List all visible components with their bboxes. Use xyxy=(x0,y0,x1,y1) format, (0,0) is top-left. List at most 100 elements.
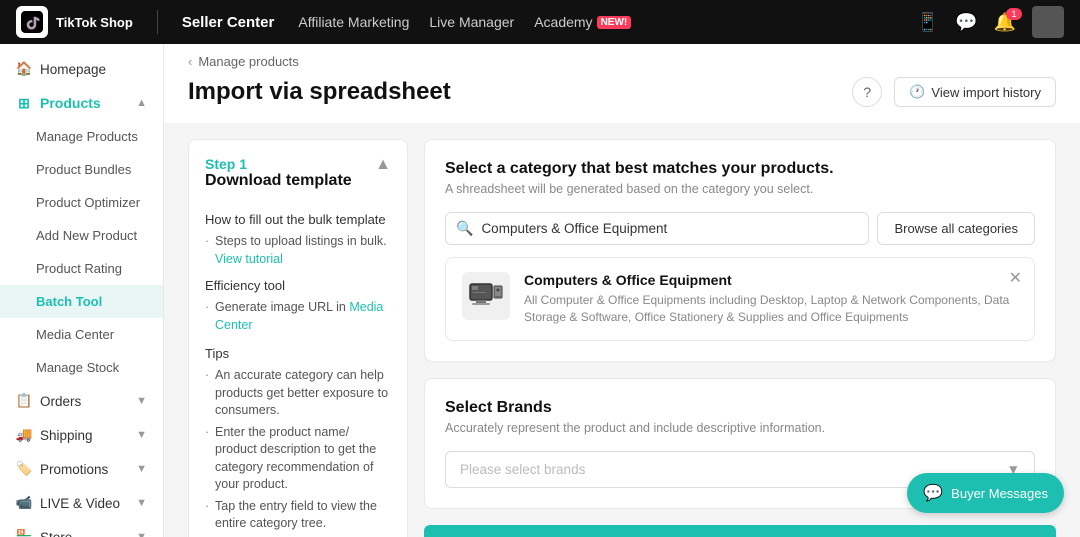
sidebar-sub-product-optimizer[interactable]: Product Optimizer xyxy=(0,186,163,219)
view-history-label: View import history xyxy=(931,85,1041,100)
product-bundles-label: Product Bundles xyxy=(36,162,131,177)
nav-right: 📱 💬 🔔 1 xyxy=(917,6,1064,38)
history-icon: 🕐 xyxy=(909,84,925,100)
sidebar-item-promotions[interactable]: 🏷️ Promotions ▼ xyxy=(0,452,163,486)
category-info: Computers & Office Equipment All Compute… xyxy=(524,272,1018,326)
batch-tool-label: Batch Tool xyxy=(36,294,102,309)
step1-chevron-icon[interactable]: ▲ xyxy=(375,156,391,174)
breadcrumb: ‹ Manage products xyxy=(164,44,1080,69)
brands-placeholder: Please select brands xyxy=(460,462,585,477)
buyer-messages-button[interactable]: 💬 Buyer Messages xyxy=(907,473,1064,513)
help-button[interactable]: ? xyxy=(852,77,882,107)
category-search-input[interactable] xyxy=(481,213,858,244)
message-bubble-icon: 💬 xyxy=(923,483,943,503)
notification-icon[interactable]: 🔔 1 xyxy=(994,12,1016,33)
how-to-item: Steps to upload listings in bulk. View t… xyxy=(205,233,391,268)
step1-header: Step 1 Download template ▲ xyxy=(205,156,391,202)
sidebar-sub-manage-stock[interactable]: Manage Stock xyxy=(0,351,163,384)
category-desc: All Computer & Office Equipments includi… xyxy=(524,292,1018,326)
content-area: ‹ Manage products Import via spreadsheet… xyxy=(164,44,1080,537)
efficiency-label: Efficiency tool xyxy=(205,278,391,293)
sidebar-sub-add-new-product[interactable]: Add New Product xyxy=(0,219,163,252)
promotions-label: Promotions xyxy=(40,462,108,477)
store-label: Store xyxy=(40,530,72,537)
sidebar-sub-product-bundles[interactable]: Product Bundles xyxy=(0,153,163,186)
brands-subtitle: Accurately represent the product and inc… xyxy=(445,421,1035,435)
tip-3: Tap the entry field to view the entire c… xyxy=(205,498,391,533)
buyer-messages-label: Buyer Messages xyxy=(951,486,1048,501)
live-icon: 📹 xyxy=(16,495,32,511)
main-layout: 🏠 Homepage ⊞ Products ▲ Manage Products … xyxy=(0,44,1080,537)
sidebar-sub-media-center[interactable]: Media Center xyxy=(0,318,163,351)
sidebar-item-homepage[interactable]: 🏠 Homepage xyxy=(0,52,163,86)
nav-academy-label: Academy xyxy=(534,14,592,30)
steps-panel: Step 1 Download template ▲ How to fill o… xyxy=(188,139,408,537)
sidebar-item-shipping[interactable]: 🚚 Shipping ▼ xyxy=(0,418,163,452)
sidebar-sub-manage-products[interactable]: Manage Products xyxy=(0,120,163,153)
sidebar-sub-batch-tool[interactable]: Batch Tool xyxy=(0,285,163,318)
chat-icon[interactable]: 💬 xyxy=(955,12,977,33)
how-to-text: Steps to upload listings in bulk. xyxy=(215,234,387,248)
manage-products-label: Manage Products xyxy=(36,129,138,144)
sidebar-sub-product-rating[interactable]: Product Rating xyxy=(0,252,163,285)
category-subtitle: A shreadsheet will be generated based on… xyxy=(445,182,1035,196)
breadcrumb-sep-icon: ‹ xyxy=(188,54,192,69)
orders-label: Orders xyxy=(40,394,81,409)
step1-number: Step 1 xyxy=(205,156,352,172)
category-name: Computers & Office Equipment xyxy=(524,272,1018,288)
sidebar-item-orders[interactable]: 📋 Orders ▼ xyxy=(0,384,163,418)
category-icon-box xyxy=(462,272,510,320)
nav-affiliate-marketing[interactable]: Affiliate Marketing xyxy=(298,14,409,30)
nav-live-manager[interactable]: Live Manager xyxy=(429,14,514,30)
how-to-label: How to fill out the bulk template xyxy=(205,212,391,227)
view-import-history-button[interactable]: 🕐 View import history xyxy=(894,77,1056,107)
user-avatar[interactable] xyxy=(1032,6,1064,38)
new-badge: NEW! xyxy=(597,16,632,29)
product-optimizer-label: Product Optimizer xyxy=(36,195,140,210)
tips-label: Tips xyxy=(205,346,391,361)
live-label: LIVE & Video xyxy=(40,496,120,511)
products-chevron-icon: ▲ xyxy=(136,97,147,109)
shipping-icon: 🚚 xyxy=(16,427,32,443)
promotions-chevron-icon: ▼ xyxy=(136,463,147,475)
page-header: Import via spreadsheet ? 🕐 View import h… xyxy=(164,69,1080,123)
home-icon: 🏠 xyxy=(16,61,32,77)
sidebar-item-live-video[interactable]: 📹 LIVE & Video ▼ xyxy=(0,486,163,520)
sidebar-item-store[interactable]: 🏪 Store ▼ xyxy=(0,520,163,537)
shipping-chevron-icon: ▼ xyxy=(136,429,147,441)
category-close-icon[interactable]: ✕ xyxy=(1009,268,1022,288)
seller-center-label: Seller Center xyxy=(182,14,275,31)
top-nav: TikTok Shop Seller Center Affiliate Mark… xyxy=(0,0,1080,44)
brand-label: TikTok Shop xyxy=(56,15,133,30)
breadcrumb-parent[interactable]: Manage products xyxy=(198,54,298,69)
efficiency-text: Generate image URL in xyxy=(215,300,346,314)
nav-academy[interactable]: Academy NEW! xyxy=(534,14,631,30)
download-template-button[interactable]: Download template xyxy=(424,525,1056,537)
efficiency-item: Generate image URL in Media Center xyxy=(205,299,391,334)
step1-title: Download template xyxy=(205,172,352,190)
view-tutorial-link[interactable]: View tutorial xyxy=(215,252,283,266)
sidebar-homepage-label: Homepage xyxy=(40,62,106,77)
category-search-row: 🔍 Browse all categories xyxy=(445,212,1035,245)
product-rating-label: Product Rating xyxy=(36,261,122,276)
products-icon: ⊞ xyxy=(16,95,32,111)
header-actions: ? 🕐 View import history xyxy=(852,77,1056,107)
browse-all-categories-button[interactable]: Browse all categories xyxy=(877,212,1035,245)
brands-title: Select Brands xyxy=(445,399,1035,417)
category-search-wrapper[interactable]: 🔍 xyxy=(445,212,869,245)
media-center-label: Media Center xyxy=(36,327,114,342)
logo-area[interactable]: TikTok Shop xyxy=(16,6,133,38)
category-section: Select a category that best matches your… xyxy=(424,139,1056,362)
sidebar: 🏠 Homepage ⊞ Products ▲ Manage Products … xyxy=(0,44,164,537)
orders-icon: 📋 xyxy=(16,393,32,409)
step1-info: Step 1 Download template xyxy=(205,156,352,202)
mobile-icon[interactable]: 📱 xyxy=(917,12,939,33)
category-result-card: Computers & Office Equipment All Compute… xyxy=(445,257,1035,341)
nav-divider xyxy=(157,10,158,34)
page-title: Import via spreadsheet xyxy=(188,78,451,106)
shipping-label: Shipping xyxy=(40,428,93,443)
manage-stock-label: Manage Stock xyxy=(36,360,119,375)
promotions-icon: 🏷️ xyxy=(16,461,32,477)
sidebar-item-products[interactable]: ⊞ Products ▲ xyxy=(0,86,163,120)
nav-links: Affiliate Marketing Live Manager Academy… xyxy=(298,14,892,30)
